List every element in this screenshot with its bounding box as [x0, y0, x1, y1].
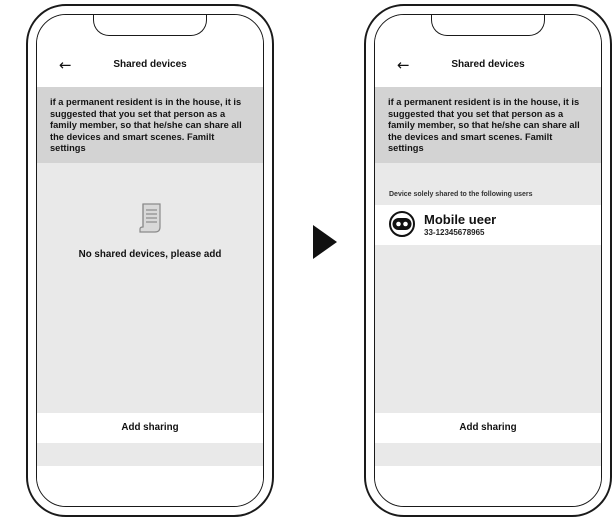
family-notice[interactable]: if a permanent resident is in the house,…	[37, 87, 263, 163]
phone-notch	[431, 15, 545, 36]
page-title: Shared devices	[113, 59, 187, 70]
user-name: Mobile ueer	[424, 212, 497, 227]
empty-message: No shared devices, please add	[78, 249, 222, 260]
empty-state: No shared devices, please add	[37, 163, 263, 413]
user-phone: 33-12345678965	[424, 228, 485, 237]
shared-user-row[interactable]: Mobile ueer 33-12345678965	[375, 205, 601, 245]
shared-users-label: Device solely shared to the following us…	[389, 191, 533, 198]
bottom-bar	[375, 466, 601, 506]
robot-avatar-icon	[389, 211, 415, 237]
family-notice[interactable]: if a permanent resident is in the house,…	[375, 87, 601, 163]
phone-frame-right: ← Shared devices if a permanent resident…	[364, 4, 612, 517]
screen-left: ← Shared devices if a permanent resident…	[36, 14, 264, 507]
add-sharing-button[interactable]: Add sharing	[37, 413, 263, 443]
bottom-bar	[37, 466, 263, 506]
phone-notch	[93, 15, 207, 36]
add-sharing-button[interactable]: Add sharing	[375, 413, 601, 443]
page-title: Shared devices	[451, 59, 525, 70]
phone-frame-left: ← Shared devices if a permanent resident…	[26, 4, 274, 517]
screen-right: ← Shared devices if a permanent resident…	[374, 14, 602, 507]
play-arrow-icon	[313, 225, 337, 259]
document-icon	[139, 203, 161, 233]
